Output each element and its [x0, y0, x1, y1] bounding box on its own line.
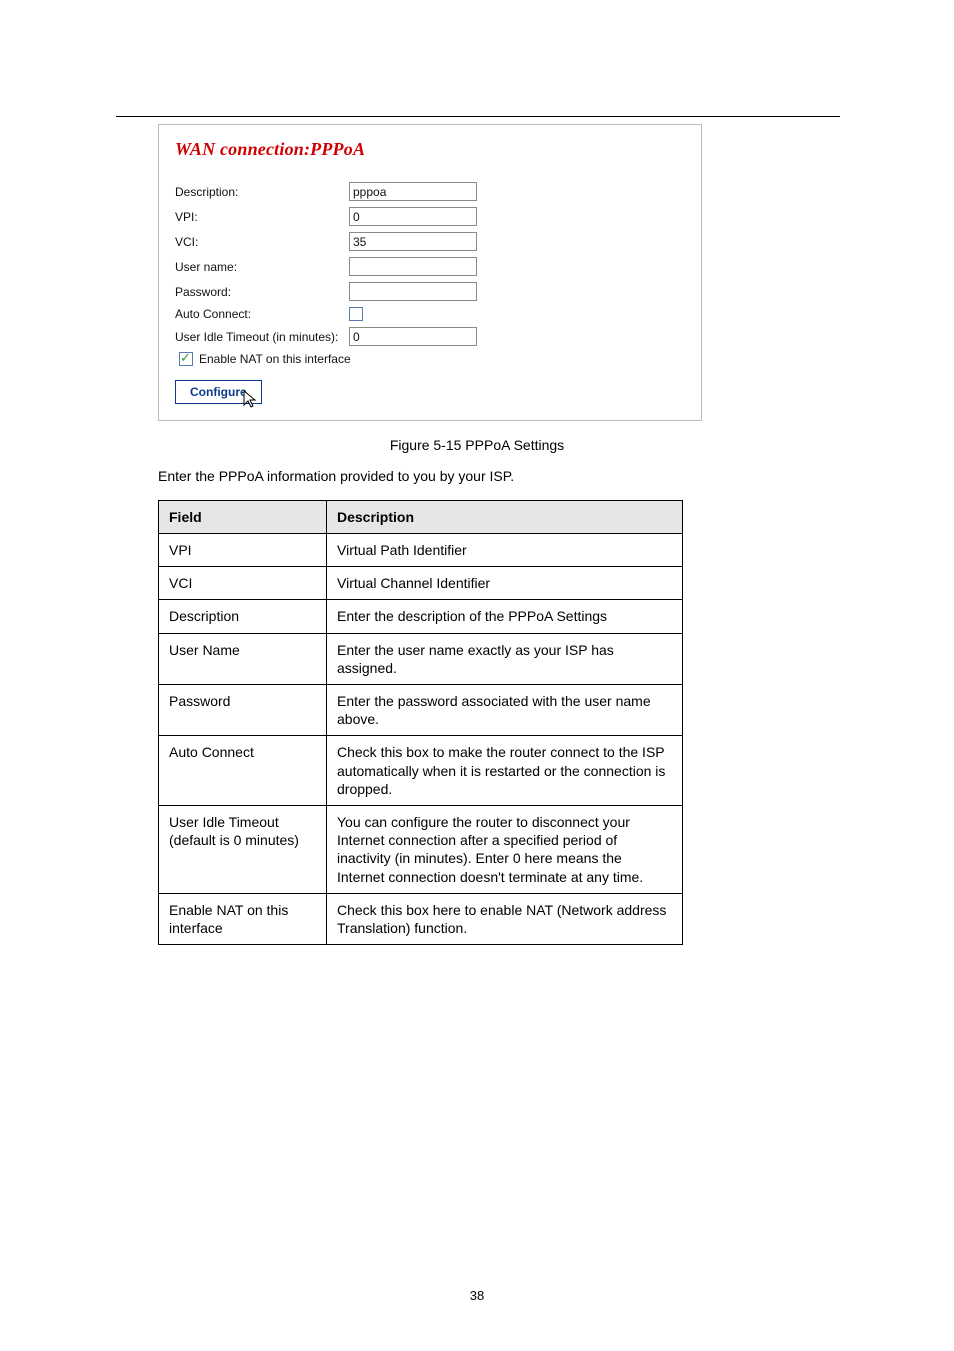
td-desc: Check this box here to enable NAT (Netwo… — [327, 893, 683, 944]
td-field: User Idle Timeout (default is 0 minutes) — [159, 805, 327, 893]
td-desc: Enter the description of the PPPoA Setti… — [327, 600, 683, 633]
input-vpi[interactable] — [349, 207, 477, 226]
row-vpi: VPI: — [175, 207, 685, 226]
td-desc: Virtual Channel Identifier — [327, 567, 683, 600]
td-field: VCI — [159, 567, 327, 600]
header-rule — [116, 116, 840, 117]
td-desc: Check this box to make the router connec… — [327, 736, 683, 806]
row-password: Password: — [175, 282, 685, 301]
td-desc: You can configure the router to disconne… — [327, 805, 683, 893]
cursor-icon — [243, 390, 259, 410]
label-enable-nat: Enable NAT on this interface — [199, 352, 351, 366]
row-username: User name: — [175, 257, 685, 276]
row-idle-timeout: User Idle Timeout (in minutes): — [175, 327, 685, 346]
td-field: Auto Connect — [159, 736, 327, 806]
input-idle-timeout[interactable] — [349, 327, 477, 346]
table-row: Description Enter the description of the… — [159, 600, 683, 633]
td-desc: Virtual Path Identifier — [327, 534, 683, 567]
row-vci: VCI: — [175, 232, 685, 251]
td-field: VPI — [159, 534, 327, 567]
row-auto-connect: Auto Connect: — [175, 307, 685, 321]
wan-pppoa-panel: WAN connection:PPPoA Description: VPI: V… — [158, 124, 702, 421]
definitions-table: Field Description VPI Virtual Path Ident… — [158, 500, 683, 945]
td-field: Enable NAT on this interface — [159, 893, 327, 944]
label-vpi: VPI: — [175, 210, 349, 224]
th-description: Description — [327, 500, 683, 533]
td-desc: Enter the user name exactly as your ISP … — [327, 633, 683, 684]
table-row: VPI Virtual Path Identifier — [159, 534, 683, 567]
table-row: VCI Virtual Channel Identifier — [159, 567, 683, 600]
th-field: Field — [159, 500, 327, 533]
row-enable-nat: Enable NAT on this interface — [175, 352, 685, 366]
table-row: Enable NAT on this interface Check this … — [159, 893, 683, 944]
input-description[interactable] — [349, 182, 477, 201]
page-number: 38 — [0, 1288, 954, 1303]
figure-caption: Figure 5-15 PPPoA Settings — [60, 437, 894, 453]
label-auto-connect: Auto Connect: — [175, 307, 349, 321]
input-password[interactable] — [349, 282, 477, 301]
panel-title: WAN connection:PPPoA — [175, 139, 685, 160]
label-username: User name: — [175, 260, 349, 274]
label-idle-timeout: User Idle Timeout (in minutes): — [175, 330, 349, 344]
table-row: User Name Enter the user name exactly as… — [159, 633, 683, 684]
td-field: Password — [159, 685, 327, 736]
label-vci: VCI: — [175, 235, 349, 249]
input-vci[interactable] — [349, 232, 477, 251]
row-description: Description: — [175, 182, 685, 201]
label-description: Description: — [175, 185, 349, 199]
checkbox-enable-nat[interactable] — [179, 352, 193, 366]
td-field: User Name — [159, 633, 327, 684]
table-row: Password Enter the password associated w… — [159, 685, 683, 736]
instruction-text: Enter the PPPoA information provided to … — [158, 467, 798, 486]
checkbox-auto-connect[interactable] — [349, 307, 363, 321]
td-field: Description — [159, 600, 327, 633]
table-row: Auto Connect Check this box to make the … — [159, 736, 683, 806]
table-row: User Idle Timeout (default is 0 minutes)… — [159, 805, 683, 893]
label-password: Password: — [175, 285, 349, 299]
input-username[interactable] — [349, 257, 477, 276]
td-desc: Enter the password associated with the u… — [327, 685, 683, 736]
